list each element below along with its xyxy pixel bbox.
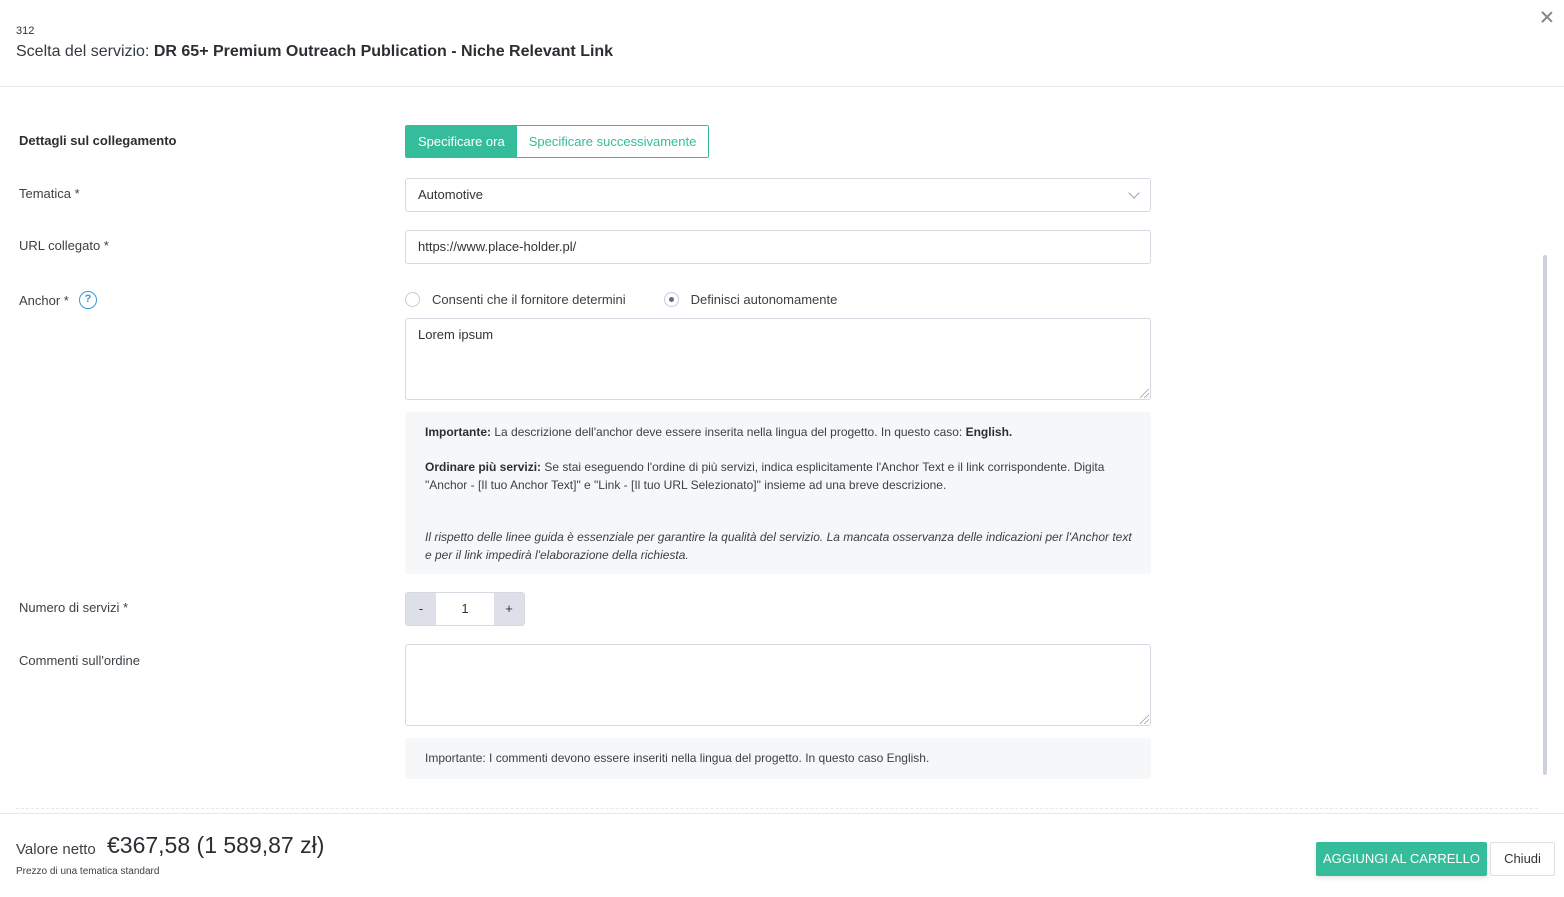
anchor-radio-group: Consenti che il fornitore determini Defi… [405,290,837,308]
link-details-toggle: Specificare ora Specificare successivame… [405,125,710,158]
radio-label: Definisci autonomamente [690,291,838,307]
increment-button[interactable]: + [494,593,524,625]
info-multiple-services: Ordinare più servizi: Se stai eseguendo … [425,458,1133,494]
comments-label: Commenti sull'ordine [19,653,140,668]
net-value-price: €367,58 (1 589,87 zł) [107,832,325,858]
price-note: Prezzo di una tematica standard [16,866,160,877]
anchor-text-value: Lorem ipsum [418,327,494,342]
decrement-button[interactable]: - [406,593,436,625]
info-language-value: English. [965,425,1013,439]
close-button[interactable]: Chiudi [1490,842,1555,876]
radio-button-checked[interactable] [663,291,679,307]
add-to-cart-button[interactable]: AGGIUNGI AL CARRELLO [1316,842,1487,876]
link-details-label: Dettagli sul collegamento [19,133,177,148]
comments-info-box: Importante: I commenti devono essere ins… [405,738,1151,779]
net-value-label: Valore netto [16,841,96,858]
chevron-down-icon [1128,187,1140,199]
topic-label: Tematica * [19,186,80,201]
service-id: 312 [16,25,35,37]
divider [16,808,1538,809]
topic-select[interactable]: Automotive [405,178,1151,212]
anchor-label: Anchor * [19,293,69,308]
close-icon[interactable] [1539,9,1555,25]
radio-supplier-determines[interactable]: Consenti che il fornitore determini [405,291,626,307]
modal-header: 312 Scelta del servizio: DR 65+ Premium … [0,0,1564,87]
anchor-info-box: Importante: La descrizione dell'anchor d… [405,412,1151,574]
info-multiple-label: Ordinare più servizi: [425,460,542,474]
specify-now-option[interactable]: Specificare ora [406,126,517,157]
resize-handle-icon[interactable] [1140,715,1149,724]
topic-value: Automotive [418,187,484,202]
quantity-input[interactable]: 1 [436,593,494,625]
service-name: DR 65+ Premium Outreach Publication - Ni… [153,43,614,60]
resize-handle-icon[interactable] [1140,389,1149,398]
linked-url-input[interactable]: https://www.place-holder.pl/ [405,230,1151,264]
quantity-stepper: - 1 + [405,592,525,626]
question-circle-icon[interactable]: ? [79,291,97,309]
info-language: Importante: La descrizione dell'anchor d… [425,423,1133,441]
radio-button[interactable] [405,291,420,307]
anchor-textarea[interactable]: Lorem ipsum [405,318,1151,400]
comments-textarea[interactable] [405,644,1151,726]
scrollbar[interactable] [1543,255,1547,775]
info-text: La descrizione dell'anchor deve essere i… [491,425,966,439]
title-prefix: Scelta del servizio: [16,43,154,60]
radio-define-yourself[interactable]: Definisci autonomamente [663,291,838,307]
quantity-label: Numero di servizi * [19,600,129,615]
info-guidelines: Il rispetto delle linee guida è essenzia… [425,530,1132,562]
specify-later-option[interactable]: Specificare successivamente [516,126,709,157]
linked-url-label: URL collegato * [19,238,109,253]
radio-label: Consenti che il fornitore determini [432,291,626,307]
footer-divider [0,813,1564,814]
modal-title: Scelta del servizio: DR 65+ Premium Outr… [16,43,613,61]
info-important-label: Importante: [425,425,491,439]
